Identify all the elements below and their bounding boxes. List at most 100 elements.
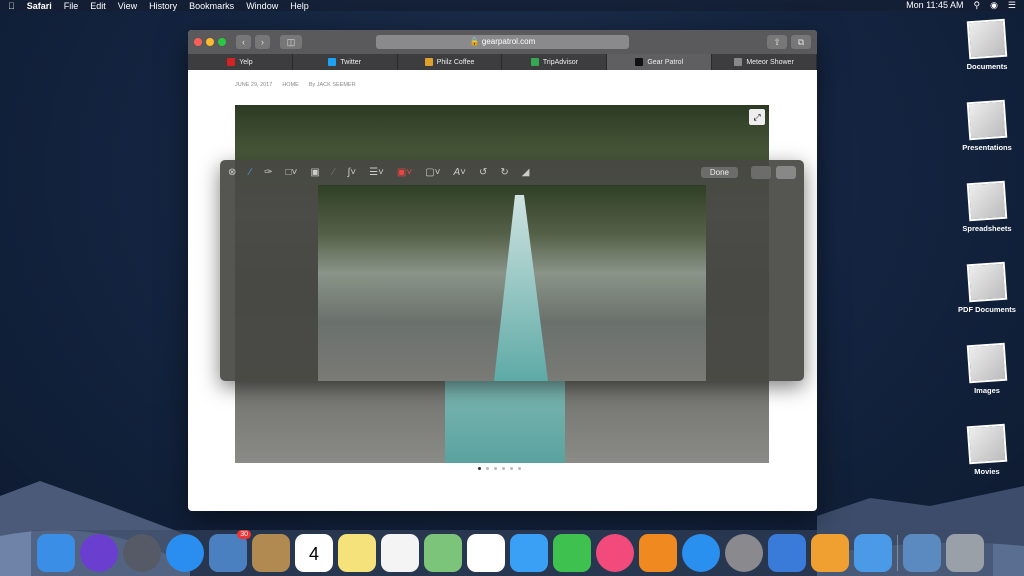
menu-app-name[interactable]: Safari	[27, 1, 52, 11]
dock-launchpad-icon[interactable]	[123, 534, 161, 572]
article-section[interactable]: HOME	[282, 82, 299, 88]
menu-file[interactable]: File	[64, 1, 79, 11]
calendar-date: 4	[308, 544, 319, 564]
stack-thumbnail-icon	[966, 180, 1008, 222]
article-author[interactable]: By JACK SEEMER	[309, 82, 356, 88]
signature-icon[interactable]: ∫˅	[347, 167, 356, 178]
stack-thumbnail-icon	[966, 18, 1008, 60]
sketch-icon[interactable]: ∕	[249, 167, 251, 178]
crop-icon[interactable]: ◢	[522, 167, 530, 178]
fill-color-icon[interactable]: ▢˅	[425, 167, 440, 178]
dock-notes-icon[interactable]	[338, 534, 376, 572]
share-markup-icon[interactable]	[776, 165, 796, 179]
close-button[interactable]	[194, 38, 202, 46]
dock-photos-icon[interactable]	[467, 534, 505, 572]
dock: 30 4	[31, 530, 993, 576]
dock-itunes-icon[interactable]	[596, 534, 634, 572]
text-style-icon[interactable]: A˅	[453, 167, 466, 178]
dock-facetime-icon[interactable]	[553, 534, 591, 572]
dock-safari-icon[interactable]	[166, 534, 204, 572]
dock-calendar-icon[interactable]: 4	[295, 534, 333, 572]
article-byline: JUNE 29, 2017 HOME By JACK SEEMER	[235, 82, 356, 88]
forward-button[interactable]: ›	[255, 35, 270, 49]
favicon-icon	[328, 58, 337, 66]
tab-label: Yelp	[239, 58, 253, 66]
stack-thumbnail-icon	[966, 423, 1008, 465]
draw-icon[interactable]: ✑	[264, 167, 272, 178]
dock-reminders-icon[interactable]	[381, 534, 419, 572]
desktop-stack-images[interactable]: Images	[958, 342, 1016, 395]
menu-history[interactable]: History	[149, 1, 177, 11]
back-button[interactable]: ‹	[236, 35, 251, 49]
dock-messages-icon[interactable]	[510, 534, 548, 572]
spotlight-icon[interactable]: ⚲	[973, 0, 980, 11]
clock[interactable]: Mon 11:45 AM	[906, 0, 963, 11]
rotate-left-icon[interactable]: ↺	[479, 167, 487, 178]
sidebar-icon[interactable]: ◫	[280, 35, 302, 49]
menu-bookmarks[interactable]: Bookmarks	[189, 1, 234, 11]
dock-pages-icon[interactable]	[811, 534, 849, 572]
favicon-icon	[530, 58, 539, 66]
dock-app-store-icon[interactable]	[682, 534, 720, 572]
stack-thumbnail-icon	[966, 342, 1008, 384]
desktop-stack-presentations[interactable]: Presentations	[958, 99, 1016, 152]
stack-label: Movies	[974, 467, 1000, 476]
markup-image[interactable]	[318, 185, 706, 381]
markup-toolbar: ⊗ ∕ ✑ □˅ ▣ ∕ ∫˅ ☰˅ ▣˅ ▢˅ A˅ ↺ ↻ ◢ Done	[220, 160, 804, 184]
line-style-icon[interactable]: ☰˅	[369, 167, 384, 178]
menu-window[interactable]: Window	[246, 1, 278, 11]
desktop-stack-spreadsheets[interactable]: Spreadsheets	[958, 180, 1016, 233]
favicon-icon	[227, 58, 236, 66]
dock-contacts-icon[interactable]	[252, 534, 290, 572]
minimize-button[interactable]	[206, 38, 214, 46]
menu-edit[interactable]: Edit	[90, 1, 106, 11]
rotate-right-icon[interactable]: ↻	[500, 167, 508, 178]
shapes-icon[interactable]: □˅	[285, 167, 297, 178]
desktop-stack-pdf-documents[interactable]: PDF Documents	[958, 261, 1016, 314]
address-bar[interactable]: 🔒 gearpatrol.com	[376, 35, 629, 49]
apple-icon[interactable]: 	[8, 1, 15, 11]
tab-meteor-shower[interactable]: Meteor Shower	[712, 54, 817, 70]
trash-icon[interactable]	[751, 165, 771, 179]
tab-twitter[interactable]: Twitter	[293, 54, 398, 70]
dock-mail-icon[interactable]: 30	[209, 530, 251, 572]
close-markup-icon[interactable]: ⊗	[228, 167, 236, 178]
favicon-icon	[424, 58, 433, 66]
stack-label: PDF Documents	[958, 305, 1016, 314]
dock-system-preferences-icon[interactable]	[725, 534, 763, 572]
dock-trash-icon[interactable]	[946, 534, 984, 572]
dock-xcode-icon[interactable]	[854, 534, 892, 572]
dock-siri-icon[interactable]	[80, 534, 118, 572]
tab-bar: Yelp Twitter Philz Coffee TripAdvisor Gear P…	[188, 54, 817, 70]
highlight-icon[interactable]: ∕	[333, 167, 335, 178]
tab-label: Gear Patrol	[647, 58, 684, 66]
dock-downloads-icon[interactable]	[903, 534, 941, 572]
url-text: gearpatrol.com	[481, 37, 536, 46]
tabs-overview-icon[interactable]: ⧉	[791, 35, 811, 49]
tab-philz-coffee[interactable]: Philz Coffee	[398, 54, 503, 70]
dock-finder-icon[interactable]	[37, 534, 75, 572]
siri-icon[interactable]: ◉	[990, 0, 998, 11]
dock-maps-icon[interactable]	[424, 534, 462, 572]
zoom-button[interactable]	[218, 38, 226, 46]
dock-ibooks-icon[interactable]	[639, 534, 677, 572]
stack-label: Images	[974, 386, 1000, 395]
menu-view[interactable]: View	[118, 1, 137, 11]
expand-icon[interactable]: ⤢	[749, 109, 765, 125]
tab-tripadvisor[interactable]: TripAdvisor	[502, 54, 608, 70]
share-icon[interactable]: ⇧	[767, 35, 787, 49]
done-button[interactable]: Done	[700, 166, 738, 178]
article-date: JUNE 29, 2017	[235, 82, 273, 88]
desktop-stack-movies[interactable]: Movies	[958, 423, 1016, 476]
tab-label: Philz Coffee	[436, 58, 475, 66]
favicon-icon	[734, 58, 743, 66]
desktop-stack-documents[interactable]: Documents	[958, 18, 1016, 71]
tab-gear-patrol[interactable]: Gear Patrol	[607, 54, 713, 70]
menu-help[interactable]: Help	[290, 1, 309, 11]
carousel-dots[interactable]	[478, 467, 521, 470]
tab-yelp[interactable]: Yelp	[188, 54, 293, 70]
border-color-icon[interactable]: ▣˅	[397, 167, 412, 178]
text-icon[interactable]: ▣	[310, 167, 319, 178]
notification-center-icon[interactable]: ☰	[1008, 0, 1016, 11]
dock-keynote-icon[interactable]	[768, 534, 806, 572]
